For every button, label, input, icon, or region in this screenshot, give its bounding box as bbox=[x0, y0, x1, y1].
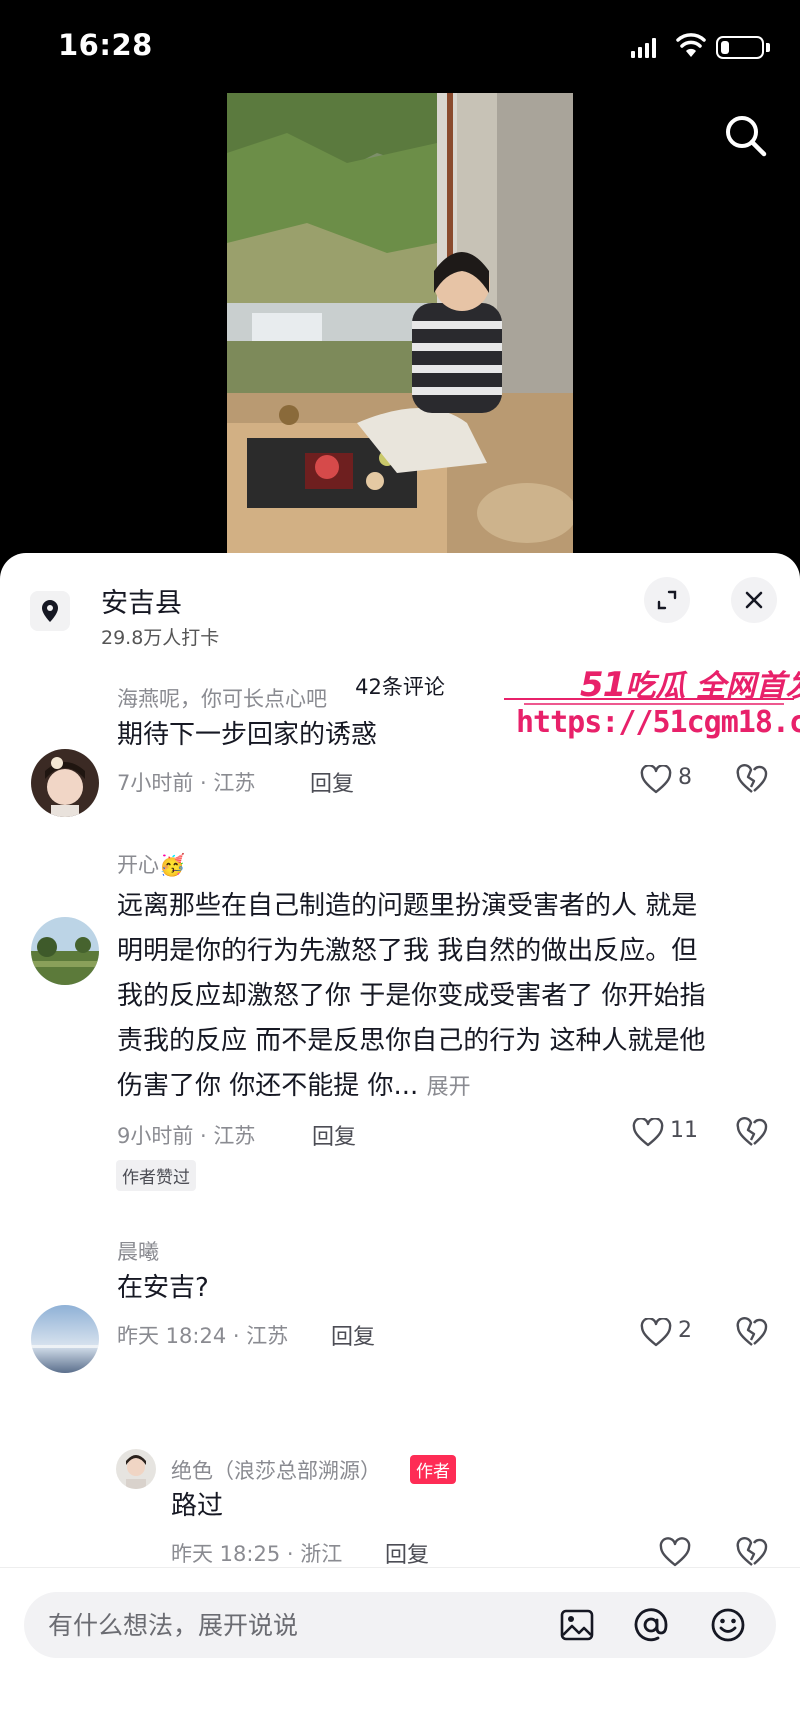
comment-input[interactable] bbox=[48, 1605, 528, 1645]
close-icon bbox=[745, 591, 763, 609]
comments-sheet: 安吉县 29.8万人打卡 42条评论 51吃瓜 全网首发 https://51c… bbox=[0, 553, 800, 1731]
comment-line: 责我的反应 而不是反思你自己的行为 这种人就是他 bbox=[117, 1026, 706, 1056]
location-pin-icon bbox=[30, 591, 70, 631]
like-count: 8 bbox=[678, 765, 692, 790]
watermark-url: https://51cgm18.com bbox=[516, 705, 800, 740]
video-player[interactable] bbox=[227, 93, 573, 555]
location-checkins: 29.8万人打卡 bbox=[101, 627, 220, 649]
reply-button[interactable]: 回复 bbox=[331, 1319, 375, 1351]
comment-username[interactable]: 开心🥳 bbox=[117, 849, 185, 879]
comment-line: 明明是你的行为先激怒了我 我自然的做出反应。但 bbox=[117, 936, 698, 966]
comment-time: 昨天 18:24 · 江苏 bbox=[117, 1324, 289, 1348]
expand-icon bbox=[657, 590, 677, 610]
author-liked-badge: 作者赞过 bbox=[116, 1160, 196, 1191]
search-icon[interactable] bbox=[722, 112, 770, 160]
at-icon[interactable] bbox=[632, 1606, 670, 1644]
broken-heart-icon[interactable] bbox=[735, 1536, 769, 1570]
comment-line: 伤害了你 你还不能提 你... 展开 bbox=[117, 1064, 777, 1110]
wifi-icon bbox=[676, 33, 706, 57]
comment-input-bar bbox=[0, 1567, 800, 1731]
heart-icon bbox=[632, 1118, 664, 1147]
reply-button[interactable]: 回复 bbox=[310, 766, 354, 798]
smiley-icon[interactable] bbox=[709, 1606, 747, 1644]
status-bar: 16:28 bbox=[0, 0, 800, 92]
video-frame bbox=[227, 93, 573, 555]
battery-level bbox=[721, 41, 729, 54]
comment-line: 远离那些在自己制造的问题里扮演受害者的人 就是 bbox=[117, 891, 698, 921]
reply-username[interactable]: 绝色（浪莎总部溯源） bbox=[171, 1455, 381, 1485]
comment-username[interactable]: 海燕呢，你可长点心吧 bbox=[117, 683, 327, 713]
like-count: 11 bbox=[670, 1118, 698, 1143]
broken-heart-icon[interactable] bbox=[735, 1116, 769, 1150]
comment-username[interactable]: 晨曦 bbox=[117, 1236, 159, 1266]
battery-icon bbox=[716, 36, 764, 59]
broken-heart-icon[interactable] bbox=[735, 1316, 769, 1350]
location-title[interactable]: 安吉县 bbox=[101, 581, 182, 620]
like-count: 2 bbox=[678, 1318, 692, 1343]
expand-button[interactable] bbox=[644, 577, 690, 623]
username-text: 开心 bbox=[117, 853, 159, 877]
expand-link[interactable]: 展开 bbox=[427, 1075, 471, 1100]
comment-text: 远离那些在自己制造的问题里扮演受害者的人 就是 明明是你的行为先激怒了我 我自然… bbox=[117, 884, 777, 1110]
comment-line: 我的反应却激怒了你 于是你变成受害者了 你开始指 bbox=[117, 981, 706, 1011]
battery-tip bbox=[766, 43, 770, 52]
status-time: 16:28 bbox=[58, 28, 153, 62]
broken-heart-icon[interactable] bbox=[735, 763, 769, 797]
avatar[interactable] bbox=[31, 1305, 99, 1373]
comment-text: 在安吉? bbox=[117, 1273, 209, 1303]
avatar[interactable] bbox=[31, 917, 99, 985]
comment-time: 7小时前 · 江苏 bbox=[117, 771, 256, 795]
image-icon[interactable] bbox=[558, 1606, 596, 1644]
heart-icon bbox=[640, 1318, 672, 1347]
author-badge: 作者 bbox=[410, 1455, 456, 1484]
reply-button[interactable]: 回复 bbox=[312, 1119, 356, 1151]
like-button[interactable]: 11 bbox=[632, 1116, 712, 1150]
comment-time: 9小时前 · 江苏 bbox=[117, 1124, 256, 1148]
party-emoji-icon: 🥳 bbox=[159, 853, 186, 877]
avatar[interactable] bbox=[116, 1449, 156, 1489]
comment-text: 期待下一步回家的诱惑 bbox=[117, 720, 378, 750]
like-button[interactable]: 2 bbox=[640, 1316, 710, 1350]
reply-text: 路过 bbox=[171, 1491, 224, 1521]
like-button[interactable]: 8 bbox=[640, 763, 710, 797]
close-button[interactable] bbox=[731, 577, 777, 623]
comment-input-pill[interactable] bbox=[24, 1592, 776, 1658]
reply-button[interactable]: 回复 bbox=[385, 1537, 429, 1569]
reply-time: 昨天 18:25 · 浙江 bbox=[171, 1542, 343, 1566]
heart-icon bbox=[640, 765, 672, 794]
heart-icon[interactable] bbox=[658, 1536, 692, 1570]
signal-icon bbox=[631, 38, 656, 58]
comment-line-text: 伤害了你 你还不能提 你... bbox=[117, 1071, 419, 1101]
avatar[interactable] bbox=[31, 749, 99, 817]
